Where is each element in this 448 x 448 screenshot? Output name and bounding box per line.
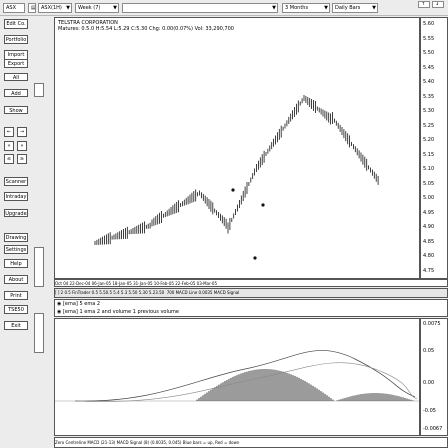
macd-axis: 0.0075 0.05 0.00 -0.05 -0.0067 <box>420 318 448 436</box>
arrow-up-icon: ↑ <box>421 1 426 7</box>
price-tick-label: 5.15 <box>423 151 435 158</box>
sidebar-next-button[interactable]: ≥ <box>17 154 27 164</box>
sidebar-export-button[interactable]: Export <box>4 59 28 68</box>
sidebar-edit-button[interactable]: Edit Co. <box>4 19 28 29</box>
symbol-button[interactable]: ASX <box>3 3 25 13</box>
macd-tick-label: -0.05 <box>423 408 436 414</box>
footer-status: Zero Centreline MACD (21-13) MACD Signal… <box>54 437 448 448</box>
sidebar-help-button[interactable]: Help <box>4 259 28 268</box>
option-label-2: [ema] 1 ema 2 and volume 1 previous volu… <box>62 309 179 315</box>
price-tick-label: 5.40 <box>423 79 435 85</box>
sidebar-prev-button[interactable]: ≤ <box>4 154 14 164</box>
price-axis: 5.60 5.55 5.50 5.45 5.40 5.35 5.30 5.25 5.20 5.15… <box>420 17 448 279</box>
period-select-value: Week (7) <box>78 5 101 11</box>
list-button[interactable]: ▤ <box>28 3 36 13</box>
sidebar-first-button[interactable]: « <box>4 141 14 151</box>
sidebar-last-button[interactable]: » <box>17 141 27 151</box>
scroll-up-button[interactable]: ↑ <box>418 1 430 8</box>
price-marker <box>253 256 257 260</box>
macd-panel[interactable] <box>54 318 420 436</box>
macd-tick-label: 0.0075 <box>423 321 441 327</box>
price-tick-label: 5.55 <box>423 35 435 42</box>
indicator-bar[interactable]: [ ] 2 0.5 FinTrader 0.5 5.50.5 5.4 5.3 5… <box>54 288 448 298</box>
chevron-down-icon: ▼ <box>272 5 276 11</box>
sidebar-portfolio-button[interactable]: Portfolio <box>4 35 28 44</box>
sidebar-show-button[interactable]: Show <box>4 106 28 114</box>
price-tick-label: 4.95 <box>423 209 435 216</box>
sidebar-print-button[interactable]: Print <box>4 291 28 300</box>
sidebar-scanner-button[interactable]: Scanner <box>4 177 28 186</box>
months-select-value: 3 Months <box>285 5 309 11</box>
search-input[interactable]: ▼ <box>122 3 278 13</box>
daily-bars-select[interactable]: Daily Bars ▼ <box>332 3 378 13</box>
macd-tick-label: 0.05 <box>423 348 435 354</box>
price-chart-svg <box>94 95 379 260</box>
sidebar-settings-button[interactable]: Settings <box>4 245 28 254</box>
price-tick-label: 5.00 <box>423 195 435 201</box>
price-tick-label: 4.80 <box>423 253 435 259</box>
chevron-down-icon: ▼ <box>113 5 117 11</box>
chevron-down-icon: ▼ <box>372 5 376 11</box>
price-tick-label: 5.25 <box>423 122 435 129</box>
price-tick-label: 5.35 <box>423 93 435 100</box>
sidebar-add-button[interactable]: Add <box>4 89 28 97</box>
period-select[interactable]: Week (7) ▼ <box>75 3 119 13</box>
radio-icon: ◉ <box>57 309 62 315</box>
sidebar-exit-button[interactable]: Exit <box>4 321 28 330</box>
sidebar-all-button[interactable]: All <box>4 73 28 81</box>
price-tick-label: 5.20 <box>423 137 435 143</box>
list-icon: ▤ <box>31 5 36 11</box>
interval-select-value: ASX(1H) <box>41 5 62 11</box>
arrow-down-icon: ↓ <box>435 1 440 7</box>
chevron-down-icon: ▼ <box>66 5 70 11</box>
sidebar-about-button[interactable]: About <box>4 275 28 284</box>
options-panel: ◉ [ema] 5 ema 2 ◉ [ema] 1 ema 2 and volu… <box>54 299 448 317</box>
interval-select[interactable]: ASX(1H) ▼ <box>38 3 72 13</box>
side-control-3[interactable] <box>34 313 44 353</box>
side-control-1[interactable] <box>34 83 44 97</box>
option-row-1[interactable]: ◉ [ema] 5 ema 2 <box>57 301 100 307</box>
radio-icon: ◉ <box>57 301 62 307</box>
price-marker <box>231 188 235 192</box>
macd-svg <box>55 350 419 402</box>
price-tick-label: 5.30 <box>423 108 435 114</box>
top-toolbar: ASX ▤ ASX(1H) ▼ Week (7) ▼ ▼ 3 Months ▼ Dai… <box>0 0 448 16</box>
price-tick-label: 5.10 <box>423 166 435 172</box>
price-tick-label: 4.85 <box>423 238 435 245</box>
date-axis: Oct 04 22-Dec-04 06-Jan-05 18-Jan-05 31-… <box>54 279 448 287</box>
price-tick-label: 5.45 <box>423 64 435 71</box>
sidebar-tse50-button[interactable]: TSE50 <box>4 305 28 314</box>
daily-bars-select-value: Daily Bars <box>335 5 361 11</box>
chevron-down-icon: ▼ <box>324 5 328 11</box>
side-control-2[interactable] <box>34 247 44 287</box>
price-marker <box>261 203 265 207</box>
price-tick-label: 5.50 <box>423 50 435 56</box>
price-tick-label: 4.90 <box>423 224 435 230</box>
sidebar-right-button[interactable]: → <box>17 127 27 137</box>
option-row-2[interactable]: ◉ [ema] 1 ema 2 and volume 1 previous vo… <box>57 309 179 315</box>
price-bars <box>94 95 379 260</box>
option-label-1: [ema] 5 ema 2 <box>62 301 101 307</box>
sidebar-intraday-button[interactable]: Intraday <box>4 192 28 201</box>
price-chart-panel[interactable]: TELSTRA CORPORATION Matures: 0.5.0 H:5.5… <box>54 17 420 279</box>
macd-tick-label: -0.0067 <box>423 426 443 432</box>
price-tick-label: 5.05 <box>423 180 435 187</box>
sidebar-upgrade-button[interactable]: Upgrade <box>4 209 28 217</box>
sidebar-left-button[interactable]: ← <box>4 127 14 137</box>
sidebar-drawing-button[interactable]: Drawing <box>4 233 28 242</box>
price-tick-label: 5.60 <box>423 21 435 27</box>
months-select[interactable]: 3 Months ▼ <box>282 3 330 13</box>
macd-tick-label: 0.00 <box>423 380 435 386</box>
price-tick-label: 4.75 <box>423 267 435 274</box>
left-sidebar: Edit Co. Portfolio Import Export All Add… <box>0 17 52 448</box>
scroll-down-button[interactable]: ↓ <box>432 1 444 8</box>
